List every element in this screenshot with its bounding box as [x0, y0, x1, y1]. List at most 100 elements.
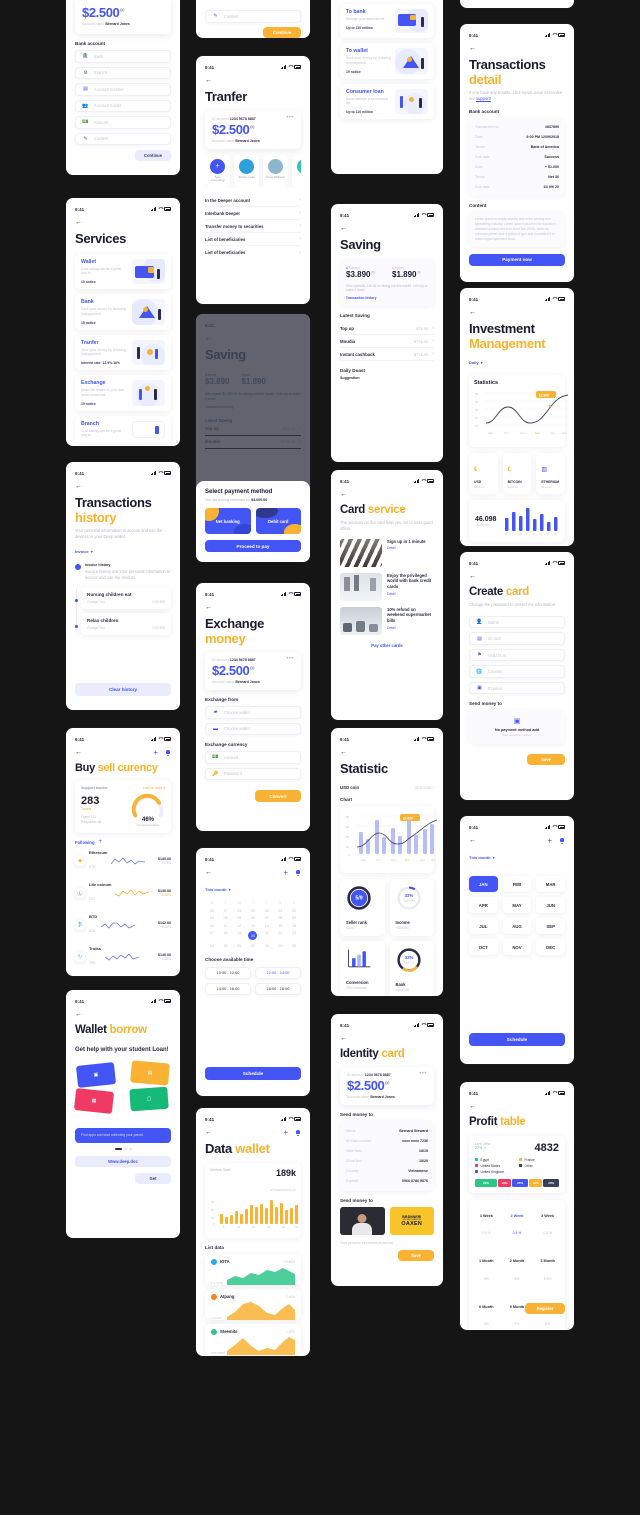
transaction-history-link[interactable]: Transaction history — [346, 296, 428, 300]
time-slot[interactable]: 14:00 - 16:00 — [205, 982, 251, 995]
back-icon[interactable]: ← — [205, 77, 212, 84]
plus-icon[interactable]: + — [153, 748, 158, 757]
service-card-wallet[interactable]: Wallet Cold calling can be a great way to… — [75, 253, 171, 290]
currency-tile-usd[interactable]: € USD $140.00 — [469, 453, 498, 495]
add-contact-button[interactable]: + Type something — [205, 154, 230, 188]
loan-card-to-wallet[interactable]: To wallet Save your money by reducing ove… — [340, 43, 434, 79]
pay-other-cards-link[interactable]: Pay other cards — [340, 643, 434, 648]
back-icon[interactable]: ← — [469, 45, 476, 52]
period-filter[interactable]: Daily ▾ — [469, 360, 483, 365]
month-jan[interactable]: JAN — [469, 876, 498, 892]
list-item[interactable]: List of beneficiaries › — [205, 233, 301, 247]
field-account-number[interactable]: ▤ Account number — [75, 83, 171, 96]
filter-invoice[interactable]: Invoice ▾ — [75, 549, 93, 554]
currency-tile-bitcoin[interactable]: £ BITCOIN $140.00 — [502, 453, 532, 495]
tile-income[interactable]: 32% Total sales Income +$500.00 — [389, 878, 434, 936]
month-jun[interactable]: JUN — [536, 897, 565, 913]
list-item[interactable]: Interbank Deeper › — [205, 207, 301, 221]
doc-link-button[interactable]: Www.deep.doc — [75, 1155, 171, 1167]
service-card-branch[interactable]: Branch Cold calling can be a great way to — [75, 415, 171, 444]
selected-day[interactable]: 20 — [248, 931, 258, 940]
field-expired[interactable]: ▣ Expired — [469, 681, 565, 695]
tile-conversion[interactable]: Conversion 28% Decrease — [340, 940, 385, 996]
month-aug[interactable]: AUG — [502, 918, 532, 934]
list-item[interactable]: ↻ Troika TRK $140.00 +0.38% — [75, 941, 171, 973]
field-password[interactable]: 🔑 Password — [205, 767, 301, 781]
field-name[interactable]: 👤 Name — [469, 615, 565, 629]
card-service-item[interactable]: 10% refund on weekend supermarket bills D… — [340, 606, 434, 635]
field-bank[interactable]: 🏦 Bank — [75, 50, 171, 63]
month-apr[interactable]: APR — [469, 897, 498, 913]
back-icon[interactable]: ← — [75, 483, 82, 490]
list-item[interactable]: Instant cashback $778.00 › — [340, 348, 434, 362]
back-icon[interactable]: ← — [75, 749, 82, 756]
back-icon[interactable]: ← — [340, 749, 347, 756]
list-item[interactable]: ◆ Ethereum ETH $140.00 +2.9% — [75, 845, 171, 877]
term-cell[interactable]: 1 Month 5% — [471, 1247, 502, 1293]
list-item[interactable]: Top up$78.00› — [340, 322, 434, 336]
time-slot[interactable]: 16:00 - 18:00 — [255, 982, 301, 995]
plus-icon[interactable]: + — [283, 868, 288, 877]
bell-icon[interactable] — [165, 749, 171, 756]
back-icon[interactable]: ← — [205, 604, 212, 611]
field-country[interactable]: 🌐 Country — [469, 665, 565, 678]
term-cell[interactable]: 3 Week 0.5 % — [532, 1202, 563, 1248]
history-item[interactable]: Nursing children eat Change Two 0.00 $00 — [81, 586, 171, 609]
list-item-atpang[interactable]: Atpang 2.44% 1.34 AD — [205, 1288, 301, 1320]
back-icon[interactable]: ← — [75, 1011, 82, 1018]
field-wallet-to[interactable]: ▬ Choose wallet — [205, 722, 301, 736]
more-icon[interactable]: ••• — [286, 656, 294, 662]
tile-seller-rank[interactable]: 5/9 Seller rank Good — [340, 878, 385, 936]
field-branch[interactable]: ⚙ Branch — [75, 66, 171, 79]
month-nov[interactable]: NOV — [502, 939, 532, 955]
back-icon[interactable]: ← — [469, 309, 476, 316]
more-icon[interactable]: ••• — [419, 1071, 427, 1077]
loan-card-consumer-loan[interactable]: Consumer loan Save Manage your financial … — [340, 83, 434, 120]
save-button[interactable]: Save — [398, 1249, 434, 1261]
convert-button[interactable]: Convert — [255, 790, 301, 803]
bell-icon[interactable] — [295, 869, 301, 876]
time-slot-selected[interactable]: 12:00 - 14:00 — [255, 966, 301, 979]
month-mar[interactable]: MAR — [536, 876, 565, 892]
back-icon[interactable]: ← — [205, 869, 212, 876]
currency-tile-etherium[interactable]: ▥ ETHERIUM $140.00 — [536, 453, 565, 495]
empty-payment-method[interactable]: ▣ No payment method add Add payment meth… — [469, 710, 565, 745]
list-item-iota[interactable]: IOTA +0.48% 1.2 IOTA — [205, 1253, 301, 1285]
term-cell[interactable]: 3 Month 5.5% — [532, 1247, 563, 1293]
month-jul[interactable]: JUL — [469, 918, 498, 934]
plus-icon[interactable]: + — [283, 1128, 288, 1137]
continue-button[interactable]: Continue — [263, 26, 301, 38]
term-cell[interactable]: 1 Week 0.5 % — [471, 1202, 502, 1248]
time-slot[interactable]: 10:00 - 12:00 — [205, 966, 251, 979]
term-cell[interactable]: 2 Month 5% — [502, 1247, 533, 1293]
plus-icon[interactable]: + — [547, 836, 552, 845]
loan-card-to-bank[interactable]: To bank Manage your financial life Up to 1… — [340, 4, 434, 38]
back-icon[interactable]: ← — [75, 219, 82, 226]
schedule-button[interactable]: Schedule — [205, 1067, 301, 1080]
coin-row[interactable]: USD coin 02/11/2018 › — [340, 785, 434, 791]
method-debit-card[interactable]: Debit card — [255, 508, 301, 534]
proceed-to-pay-button[interactable]: Proceed to pay — [205, 540, 301, 552]
field-valid-from[interactable]: ⚑ Valid from — [469, 648, 565, 662]
month-filter[interactable]: This month ▾ — [205, 887, 231, 892]
clear-history-button[interactable]: Clear history — [75, 683, 171, 696]
back-icon[interactable]: ← — [469, 837, 476, 844]
calendar-grid[interactable]: MTWTFSS 26 27 28 29 30 01 02 03 04 05 06 07 08 09 10… — [205, 901, 301, 948]
plus-icon[interactable]: + — [99, 839, 103, 845]
service-card-bank[interactable]: Bank Save your money by reducing overpaym… — [75, 294, 171, 330]
back-icon[interactable]: ← — [340, 491, 347, 498]
month-dec[interactable]: DEC — [536, 939, 565, 955]
month-feb[interactable]: FEB — [502, 876, 532, 892]
field-account-holder[interactable]: 👥 Account holder — [75, 99, 171, 112]
back-icon[interactable]: ← — [340, 1035, 347, 1042]
history-item[interactable]: Relax children Change Two 0.00 $00 — [81, 612, 171, 635]
save-button[interactable]: Save — [527, 754, 565, 766]
bell-icon[interactable] — [559, 837, 565, 844]
service-card-exchange[interactable]: Exchange Make the dream of your own home … — [75, 375, 171, 411]
back-icon[interactable]: ← — [469, 1103, 476, 1110]
card-service-item[interactable]: Sign up in 1 minute Detail — [340, 538, 434, 567]
carousel-dots[interactable] — [75, 1148, 171, 1150]
list-item-steemits[interactable]: Steemits 1.24% 0.85 SMM — [205, 1323, 301, 1355]
back-icon[interactable]: ← — [469, 573, 476, 580]
back-icon[interactable]: ← — [205, 1129, 212, 1136]
